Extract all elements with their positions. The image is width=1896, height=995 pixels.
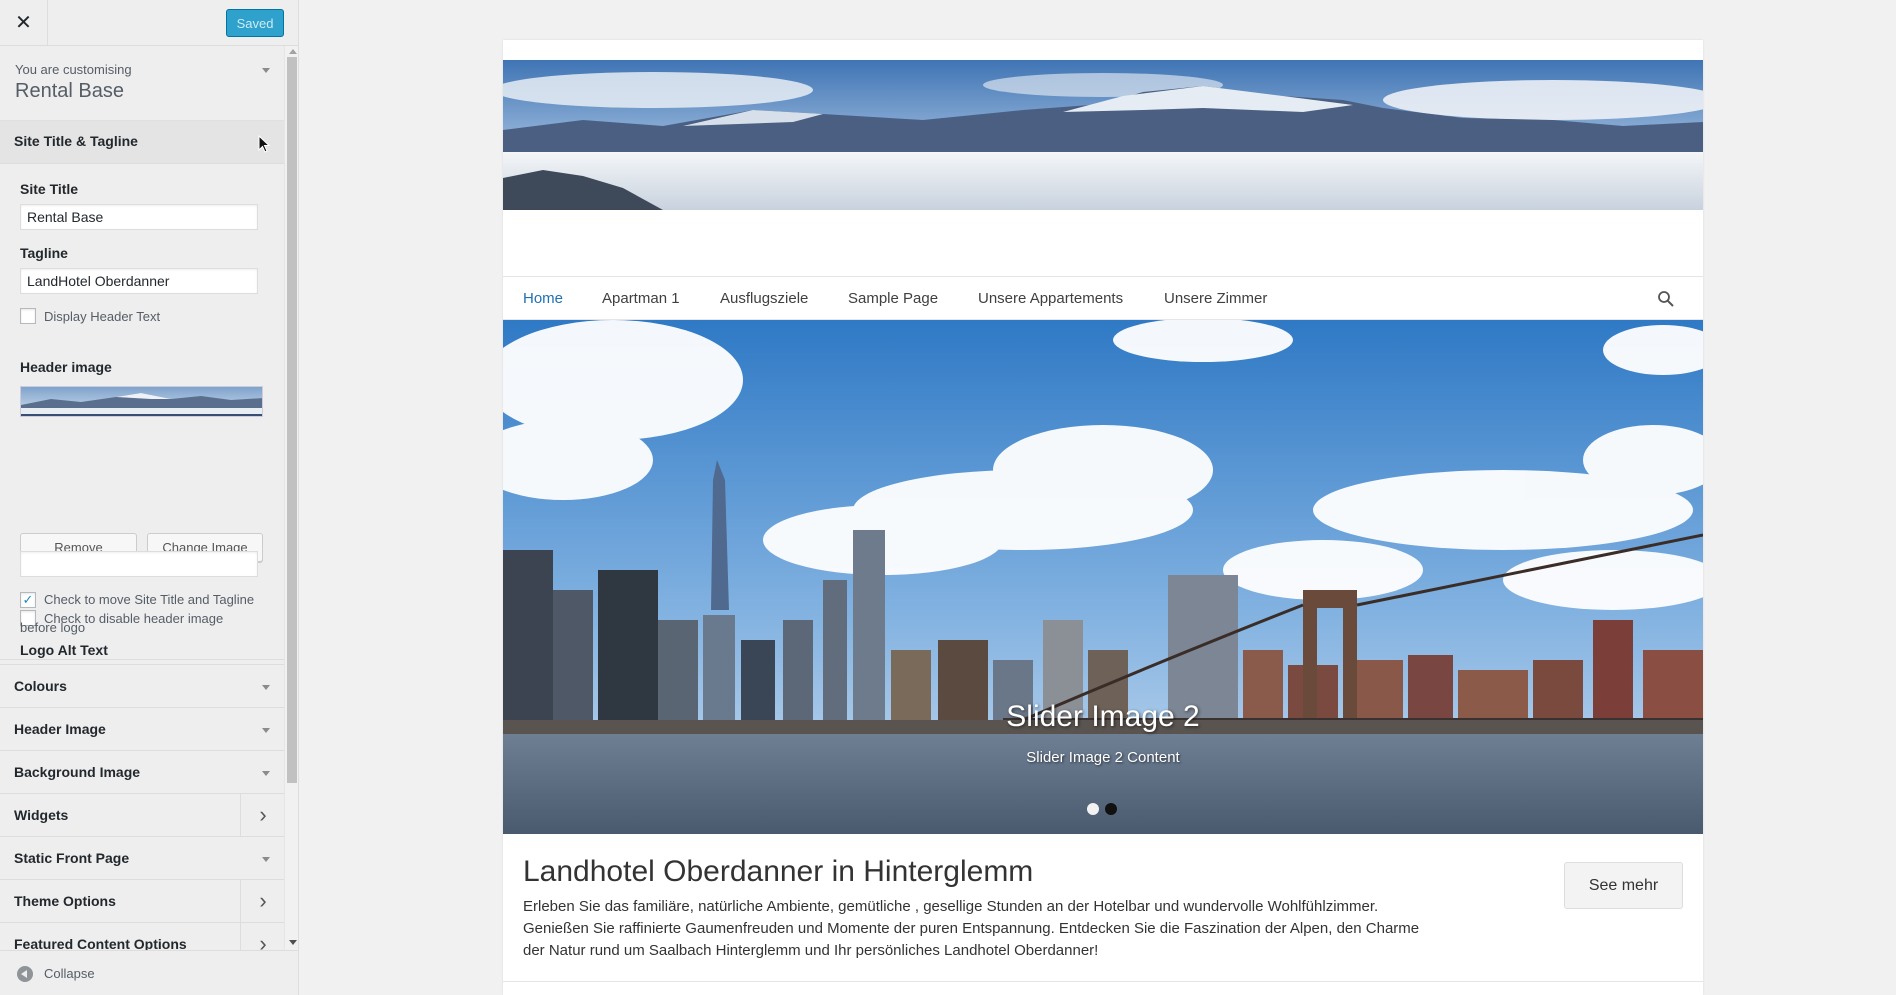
header-image-label: Header image xyxy=(20,359,112,375)
intro-text: Erleben Sie das familiäre, natürliche Am… xyxy=(523,898,1420,959)
panel-static-front-page[interactable]: Static Front Page xyxy=(0,837,285,880)
section-title: Site Title & Tagline xyxy=(14,133,138,149)
customizer-sidebar: ✕ Saved You are customising Rental Base … xyxy=(0,0,299,995)
site-header-image xyxy=(503,60,1703,210)
slide-title: Slider Image 2 xyxy=(1006,700,1200,733)
chevron-down-icon xyxy=(262,857,270,862)
site-title-label: Site Title xyxy=(20,181,79,197)
site-preview: Home Apartman 1 Ausflugsziele Sample Pag… xyxy=(300,0,1896,995)
site-page: Home Apartman 1 Ausflugsziele Sample Pag… xyxy=(503,40,1703,995)
scroll-down-icon[interactable] xyxy=(289,940,297,945)
header-image-thumbnail xyxy=(20,386,263,417)
display-header-text-checkbox[interactable] xyxy=(20,308,36,324)
panel-label: Static Front Page xyxy=(14,850,130,866)
chevron-down-icon xyxy=(262,685,270,690)
slider-dot-2[interactable] xyxy=(1105,803,1117,815)
customizer-header: ✕ Saved xyxy=(0,0,298,46)
nav-item-unsere-appartements[interactable]: Unsere Appartements xyxy=(978,290,1123,307)
logo-alt-text-label: Logo Alt Text xyxy=(20,642,108,658)
collapse-label: Collapse xyxy=(44,966,95,981)
panel-label: Background Image xyxy=(14,764,141,780)
sidebar-scrollbar[interactable] xyxy=(284,46,298,950)
panel-label: Widgets xyxy=(14,807,69,823)
hero-slider[interactable]: Slider Image 2 Slider Image 2 Content xyxy=(503,320,1703,834)
collapse-icon xyxy=(17,966,33,982)
close-icon[interactable]: ✕ xyxy=(0,0,48,45)
panel-widgets[interactable]: Widgets › xyxy=(0,794,285,837)
section-site-title-tagline-body: Site Title Tagline Display Header Text H… xyxy=(0,164,285,660)
slider-dot-1[interactable] xyxy=(1087,803,1099,815)
theme-info[interactable]: You are customising Rental Base xyxy=(0,46,285,121)
section-site-title-tagline[interactable]: Site Title & Tagline xyxy=(0,121,285,164)
panel-list: Colours Header Image Background Image Wi… xyxy=(0,665,285,966)
nav-item-sample-page[interactable]: Sample Page xyxy=(848,290,938,307)
nav-item-home[interactable]: Home xyxy=(523,290,563,307)
site-navigation: Home Apartman 1 Ausflugsziele Sample Pag… xyxy=(503,276,1703,320)
logo-alt-text-input[interactable] xyxy=(20,551,258,577)
panel-background-image[interactable]: Background Image xyxy=(0,751,285,794)
panel-colours[interactable]: Colours xyxy=(0,665,285,708)
nav-item-apartman-1[interactable]: Apartman 1 xyxy=(602,290,680,307)
nav-item-ausflugsziele[interactable]: Ausflugsziele xyxy=(720,290,808,307)
tagline-label: Tagline xyxy=(20,245,68,261)
move-title-before-logo-label-2: before logo xyxy=(20,620,86,635)
mouse-cursor-icon xyxy=(258,135,270,153)
scroll-up-icon[interactable] xyxy=(289,49,297,54)
saved-button[interactable]: Saved xyxy=(226,9,284,37)
chevron-down-icon xyxy=(262,771,270,776)
site-title-input[interactable] xyxy=(20,204,258,230)
collapse-button[interactable]: Collapse xyxy=(0,950,298,995)
tagline-input[interactable] xyxy=(20,268,258,294)
intro-title: Landhotel Oberdanner in Hinterglemm xyxy=(523,855,1034,888)
nav-item-unsere-zimmer[interactable]: Unsere Zimmer xyxy=(1164,290,1267,307)
panel-label: Colours xyxy=(14,678,67,694)
chevron-right-icon[interactable]: › xyxy=(240,794,285,836)
display-header-text-label: Display Header Text xyxy=(44,309,161,324)
chevron-down-icon xyxy=(262,728,270,733)
chevron-down-icon[interactable] xyxy=(262,68,270,73)
theme-name: Rental Base xyxy=(15,80,124,102)
move-title-before-logo-checkbox[interactable]: ✓ xyxy=(20,592,36,608)
move-title-before-logo-label: Check to move Site Title and Tagline xyxy=(44,592,255,607)
panel-label: Header Image xyxy=(14,721,106,737)
see-more-button[interactable]: See mehr xyxy=(1564,862,1683,909)
chevron-right-icon[interactable]: › xyxy=(240,880,285,922)
search-icon[interactable] xyxy=(1657,290,1675,308)
panel-header-image[interactable]: Header Image xyxy=(0,708,285,751)
scrollbar-thumb[interactable] xyxy=(287,57,297,783)
panel-theme-options[interactable]: Theme Options › xyxy=(0,880,285,923)
divider xyxy=(503,981,1703,982)
customising-label: You are customising xyxy=(15,62,132,77)
panel-label: Theme Options xyxy=(14,893,116,909)
slide-content: Slider Image 2 Content xyxy=(1026,749,1180,766)
